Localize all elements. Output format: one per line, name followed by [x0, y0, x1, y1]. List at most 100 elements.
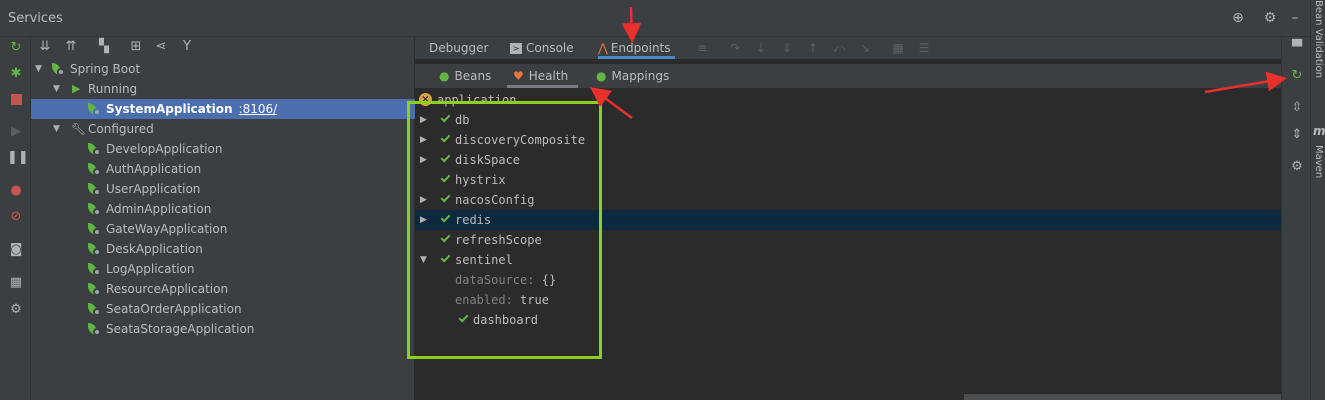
tree-node-running[interactable]: ▼ ▶ Running: [31, 79, 415, 99]
menu-icon[interactable]: ≡: [694, 40, 710, 56]
expand-all-icon[interactable]: ⇳: [1288, 99, 1306, 117]
tree-label: Spring Boot: [70, 62, 141, 76]
maven-tab[interactable]: Maven: [1313, 145, 1324, 178]
tree-label: Configured: [88, 122, 154, 136]
resume-icon[interactable]: ▶: [7, 123, 25, 141]
endpoints-icon: ⋀: [598, 41, 608, 55]
tree-node-app[interactable]: ResourceApplication: [31, 279, 415, 299]
camera-icon[interactable]: ◙: [7, 241, 25, 259]
spring-app-icon: [87, 162, 101, 176]
spring-app-icon: [87, 322, 101, 336]
layout-icon[interactable]: ▦: [7, 274, 25, 292]
step-out-icon[interactable]: ↑: [805, 40, 821, 56]
app-name: DeskApplication: [106, 242, 203, 256]
tab-label: Mappings: [611, 69, 670, 83]
right-side-tool-strip: Bean Validation m Maven: [1310, 0, 1325, 400]
maven-icon: m: [1313, 124, 1325, 138]
group-by-icon[interactable]: ▚: [95, 38, 113, 56]
rerun-icon[interactable]: ↻: [7, 39, 25, 57]
tab-label: Health: [528, 69, 569, 83]
main-tab-bar: Debugger > Console ⋀ Endpoints ≡ ↷ ↓ ⇓ ↑ ⤺…: [415, 37, 1281, 59]
tab-debugger[interactable]: Debugger: [429, 37, 488, 59]
evaluate-icon[interactable]: ▦: [890, 40, 906, 56]
tree-toolbar: ⇊ ⇈ ▚ ⊞ ⋖ Y: [31, 37, 415, 59]
tree-node-app[interactable]: DeskApplication: [31, 239, 415, 259]
tab-endpoints[interactable]: ⋀ Endpoints: [598, 37, 675, 59]
stop-button[interactable]: [7, 91, 25, 109]
spring-app-icon: [87, 182, 101, 196]
tab-label: Beans: [454, 69, 492, 83]
port-link[interactable]: :8106/: [239, 102, 278, 116]
run-icon: ▶: [72, 82, 81, 95]
tab-label: Endpoints: [610, 41, 671, 55]
collapse-arrow-icon[interactable]: ▼: [53, 119, 60, 139]
stop-icon: [10, 94, 22, 105]
trace-icon[interactable]: ☰: [916, 40, 932, 56]
step-into-icon[interactable]: ↓: [753, 40, 769, 56]
spring-boot-icon: [51, 62, 65, 76]
tree-node-app[interactable]: AdminApplication: [31, 199, 415, 219]
panel-title: Services: [8, 11, 63, 26]
tab-label: Debugger: [429, 41, 489, 55]
tab-label: Console: [526, 41, 574, 55]
app-name: UserApplication: [106, 182, 201, 196]
tree-node-app[interactable]: AuthApplication: [31, 159, 415, 179]
debug-icon[interactable]: ✱: [7, 65, 25, 83]
services-header: Services ⊕ ⚙ –: [0, 0, 1310, 37]
endpoints-subtab-bar: ● Beans ♥ Health ● Mappings: [415, 64, 1281, 88]
share-icon[interactable]: ⋖: [152, 38, 170, 56]
tree-node-app[interactable]: DevelopApplication: [31, 139, 415, 159]
spring-app-icon: [87, 242, 101, 256]
tree-node-app[interactable]: SeataStorageApplication: [31, 319, 415, 339]
tab-health[interactable]: ♥ Health: [507, 64, 579, 88]
mute-breakpoints-icon[interactable]: ⊘: [7, 208, 25, 226]
wrench-icon: 🔧︎: [71, 122, 87, 136]
app-name: SeataStorageApplication: [106, 322, 255, 336]
tree-node-system-application[interactable]: SystemApplication :8106/: [31, 99, 415, 119]
heart-icon: ♥: [513, 69, 524, 83]
tab-beans[interactable]: ● Beans: [439, 64, 491, 88]
tree-node-app[interactable]: SeataOrderApplication: [31, 299, 415, 319]
annotation-highlight-box: [407, 101, 602, 359]
app-name: SeataOrderApplication: [106, 302, 242, 316]
tree-node-app[interactable]: LogApplication: [31, 259, 415, 279]
tree-node-configured[interactable]: ▼ 🔧︎ Configured: [31, 119, 415, 139]
spring-app-icon: [87, 302, 101, 316]
tab-mappings[interactable]: ● Mappings: [596, 64, 669, 88]
tree-node-app[interactable]: GateWayApplication: [31, 219, 415, 239]
spring-app-icon: [87, 222, 101, 236]
bean-validation-tab[interactable]: Bean Validation: [1313, 0, 1324, 78]
collapse-all-icon[interactable]: ⇕: [1288, 126, 1306, 144]
drop-frame-icon[interactable]: ⤺: [831, 40, 847, 56]
filter-icon[interactable]: Y: [178, 38, 196, 56]
collapse-arrow-icon[interactable]: ▼: [53, 79, 60, 99]
step-over-icon[interactable]: ↷: [727, 40, 743, 56]
collapse-arrow-icon[interactable]: ▼: [35, 59, 42, 79]
force-step-into-icon[interactable]: ⇓: [779, 40, 795, 56]
services-tree-panel: ⇊ ⇈ ▚ ⊞ ⋖ Y ▼ Spring Boot ▼ ▶ Running Sy…: [31, 37, 415, 400]
tree-node-app[interactable]: UserApplication: [31, 179, 415, 199]
app-name: SystemApplication: [106, 102, 233, 116]
minimize-icon[interactable]: –: [1287, 10, 1303, 26]
app-name: DevelopApplication: [106, 142, 223, 156]
console-icon: >: [510, 43, 522, 54]
gear-icon[interactable]: ⚙: [1288, 158, 1306, 176]
beans-icon: ●: [439, 69, 450, 83]
tab-console[interactable]: > Console: [510, 37, 574, 59]
tree-node-spring-boot[interactable]: ▼ Spring Boot: [31, 59, 415, 79]
view-breakpoints-icon[interactable]: ●: [7, 182, 25, 200]
expand-all-icon[interactable]: ⇊: [36, 38, 54, 56]
app-name: AdminApplication: [106, 202, 212, 216]
new-service-icon[interactable]: ⊞: [127, 38, 145, 56]
settings-icon[interactable]: ⚙: [7, 301, 25, 319]
crosshair-icon[interactable]: ⊕: [1230, 10, 1246, 26]
pause-icon[interactable]: ❚❚: [7, 149, 29, 167]
gear-icon[interactable]: ⚙: [1262, 10, 1278, 26]
collapse-all-icon[interactable]: ⇈: [62, 38, 80, 56]
spring-app-icon: [87, 202, 101, 216]
run-to-cursor-icon[interactable]: ↘: [857, 40, 873, 56]
refresh-icon[interactable]: ↻: [1288, 67, 1306, 85]
layout-toggle-icon[interactable]: ▀: [1288, 39, 1306, 57]
horizontal-scrollbar[interactable]: [964, 394, 1281, 400]
spring-app-icon: [87, 262, 101, 276]
